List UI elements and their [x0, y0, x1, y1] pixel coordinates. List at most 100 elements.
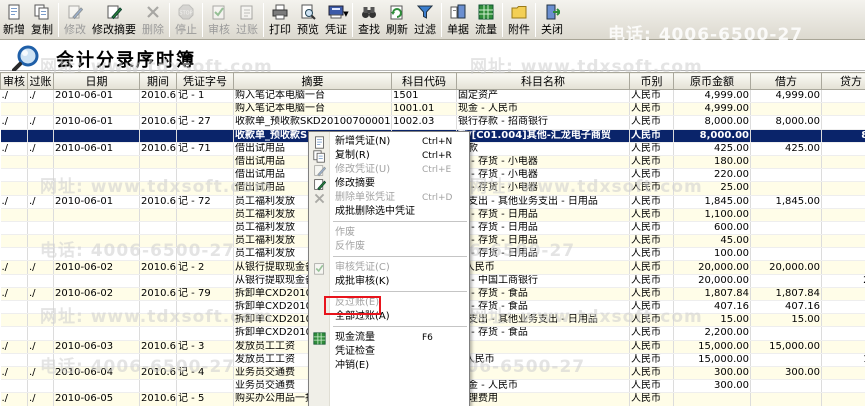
flow-button[interactable]: 流量	[472, 0, 500, 40]
menu-item-label: 新增凭证(N)	[335, 136, 391, 147]
table-cell	[27, 168, 54, 183]
table-cell: - 人民币	[456, 353, 630, 367]
table-cell: 2010.6	[139, 339, 177, 354]
copy-icon	[34, 3, 50, 20]
table-cell	[750, 181, 822, 196]
table-cell: ./	[27, 365, 54, 381]
find-button[interactable]: 查找	[355, 0, 383, 40]
table-cell	[53, 129, 140, 143]
column-header[interactable]: 科目代码	[391, 72, 457, 90]
table-cell: 8,0	[821, 129, 865, 143]
voucher-button[interactable]: ▼ 凭证	[322, 0, 350, 40]
table-cell	[0, 129, 28, 143]
document-button[interactable]: 单据	[444, 0, 472, 40]
menu-item[interactable]: 冲销(E)	[309, 358, 469, 374]
toolbar-separator	[535, 3, 536, 37]
table-cell	[821, 313, 865, 328]
highlight-box	[324, 296, 381, 315]
column-header[interactable]: 贷方	[821, 72, 865, 90]
table-cell: ./	[27, 339, 54, 354]
menu-item[interactable]: 反作废	[309, 239, 469, 255]
document-label: 单据	[447, 23, 469, 36]
table-cell	[139, 274, 177, 288]
column-header[interactable]: 期间	[139, 72, 177, 90]
table-cell: 固定资产	[456, 89, 630, 104]
refresh-button[interactable]: 刷新	[383, 0, 411, 40]
column-header[interactable]: 币别	[629, 72, 674, 90]
column-header[interactable]: 科目名称	[456, 72, 630, 90]
delete-button[interactable]: 删除	[139, 0, 167, 40]
column-header[interactable]: 摘要	[233, 72, 392, 90]
preview-label: 预览	[297, 23, 319, 36]
column-header[interactable]: 审核	[0, 72, 28, 90]
table-cell: 人民币	[629, 221, 674, 236]
table-cell: 人民币	[629, 234, 674, 249]
table-cell: 品 - 存货 - 小电器	[456, 155, 630, 170]
table-cell	[0, 247, 28, 262]
menu-item-label: 修改凭证(U)	[335, 164, 391, 175]
modify-summary-button[interactable]: 修改摘要	[89, 0, 139, 40]
table-cell	[821, 89, 865, 104]
table-cell	[176, 129, 234, 143]
table-cell	[53, 379, 140, 394]
table-cell: 407.16	[750, 300, 822, 315]
table-cell	[0, 300, 28, 315]
menu-item[interactable]: 成批审核(K)	[309, 274, 469, 290]
audit-button[interactable]: 审核	[205, 0, 233, 40]
printer-icon	[272, 3, 288, 20]
filter-label: 过滤	[414, 23, 436, 36]
table-cell	[750, 274, 822, 288]
table-cell: 品 - 存货 - 食品	[456, 286, 630, 302]
menu-item[interactable]: 成批删除选中凭证	[309, 204, 469, 220]
table-cell: 人民币	[629, 274, 674, 288]
post-button[interactable]: 过账	[233, 0, 261, 40]
table-cell: 8,000.00	[750, 115, 822, 130]
filter-button[interactable]: 过滤	[411, 0, 439, 40]
column-header[interactable]: 过账	[27, 72, 54, 90]
table-cell: 15,000.00	[750, 339, 822, 354]
table-cell	[53, 155, 140, 170]
table-cell: 1,845.00	[750, 194, 822, 209]
table-row[interactable]: ././2010-06-01 2010.6 记 - 27 收款单_预收款SKD2010…	[0, 115, 865, 130]
table-cell	[750, 247, 822, 262]
toolbar-separator	[202, 3, 203, 37]
preview-button[interactable]: 预览	[294, 0, 322, 40]
table-row[interactable]: 购入笔记本电脑一台1001.01现金 - 人民币人民币4,999.00 4,	[0, 102, 865, 117]
new-button[interactable]: 新增	[0, 0, 28, 40]
attachment-button[interactable]: 附件	[505, 0, 533, 40]
modify-button[interactable]: 修改	[61, 0, 89, 40]
print-label: 打印	[269, 23, 291, 36]
flow-label: 流量	[475, 23, 497, 36]
table-cell: 人民币	[629, 326, 674, 341]
column-header[interactable]: 原币金额	[673, 72, 751, 90]
dropdown-arrow-icon[interactable]: ▼	[343, 10, 348, 18]
table-cell: 1,845.00	[673, 194, 751, 209]
table-cell: 务支出 - 其他业务支出 - 日用品	[456, 194, 630, 209]
column-header[interactable]: 借方	[750, 72, 822, 90]
table-cell: 45.00	[673, 234, 751, 249]
table-cell	[176, 379, 234, 394]
table-cell: 300.00	[673, 379, 751, 394]
table-cell: 25.00	[673, 181, 751, 196]
table-cell: ./	[0, 392, 28, 406]
table-cell: 人民币	[629, 379, 674, 394]
stop-button[interactable]: STOP 停止	[172, 0, 200, 40]
table-cell: 品 - 存货 - 日用品	[456, 221, 630, 236]
table-cell: 2010-06-01	[53, 194, 140, 209]
print-button[interactable]: 打印	[266, 0, 294, 40]
page-title: 会计分录序时簿	[56, 50, 196, 71]
table-cell: 4,999.00	[750, 89, 822, 104]
copy-button[interactable]: 复制	[28, 0, 56, 40]
table-cell	[821, 141, 865, 156]
table-cell: 款/[C01.004]其他-汇龙电子商贸	[456, 129, 630, 143]
table-cell: 2010-06-05	[53, 392, 140, 406]
table-row[interactable]: ././2010-06-01 2010.6 记 - 1 购入笔记本电脑一台 1501 固定…	[0, 89, 865, 104]
column-header[interactable]: 凭证字号	[176, 72, 234, 90]
table-cell: 现金 - 人民币	[456, 102, 630, 117]
table-cell: 人民币	[629, 115, 674, 130]
column-header[interactable]: 日期	[53, 72, 140, 90]
table-cell	[53, 102, 140, 117]
table-cell	[53, 274, 140, 288]
table-cell: 1,100.00	[673, 208, 751, 222]
close-button[interactable]: 关闭	[538, 0, 566, 40]
